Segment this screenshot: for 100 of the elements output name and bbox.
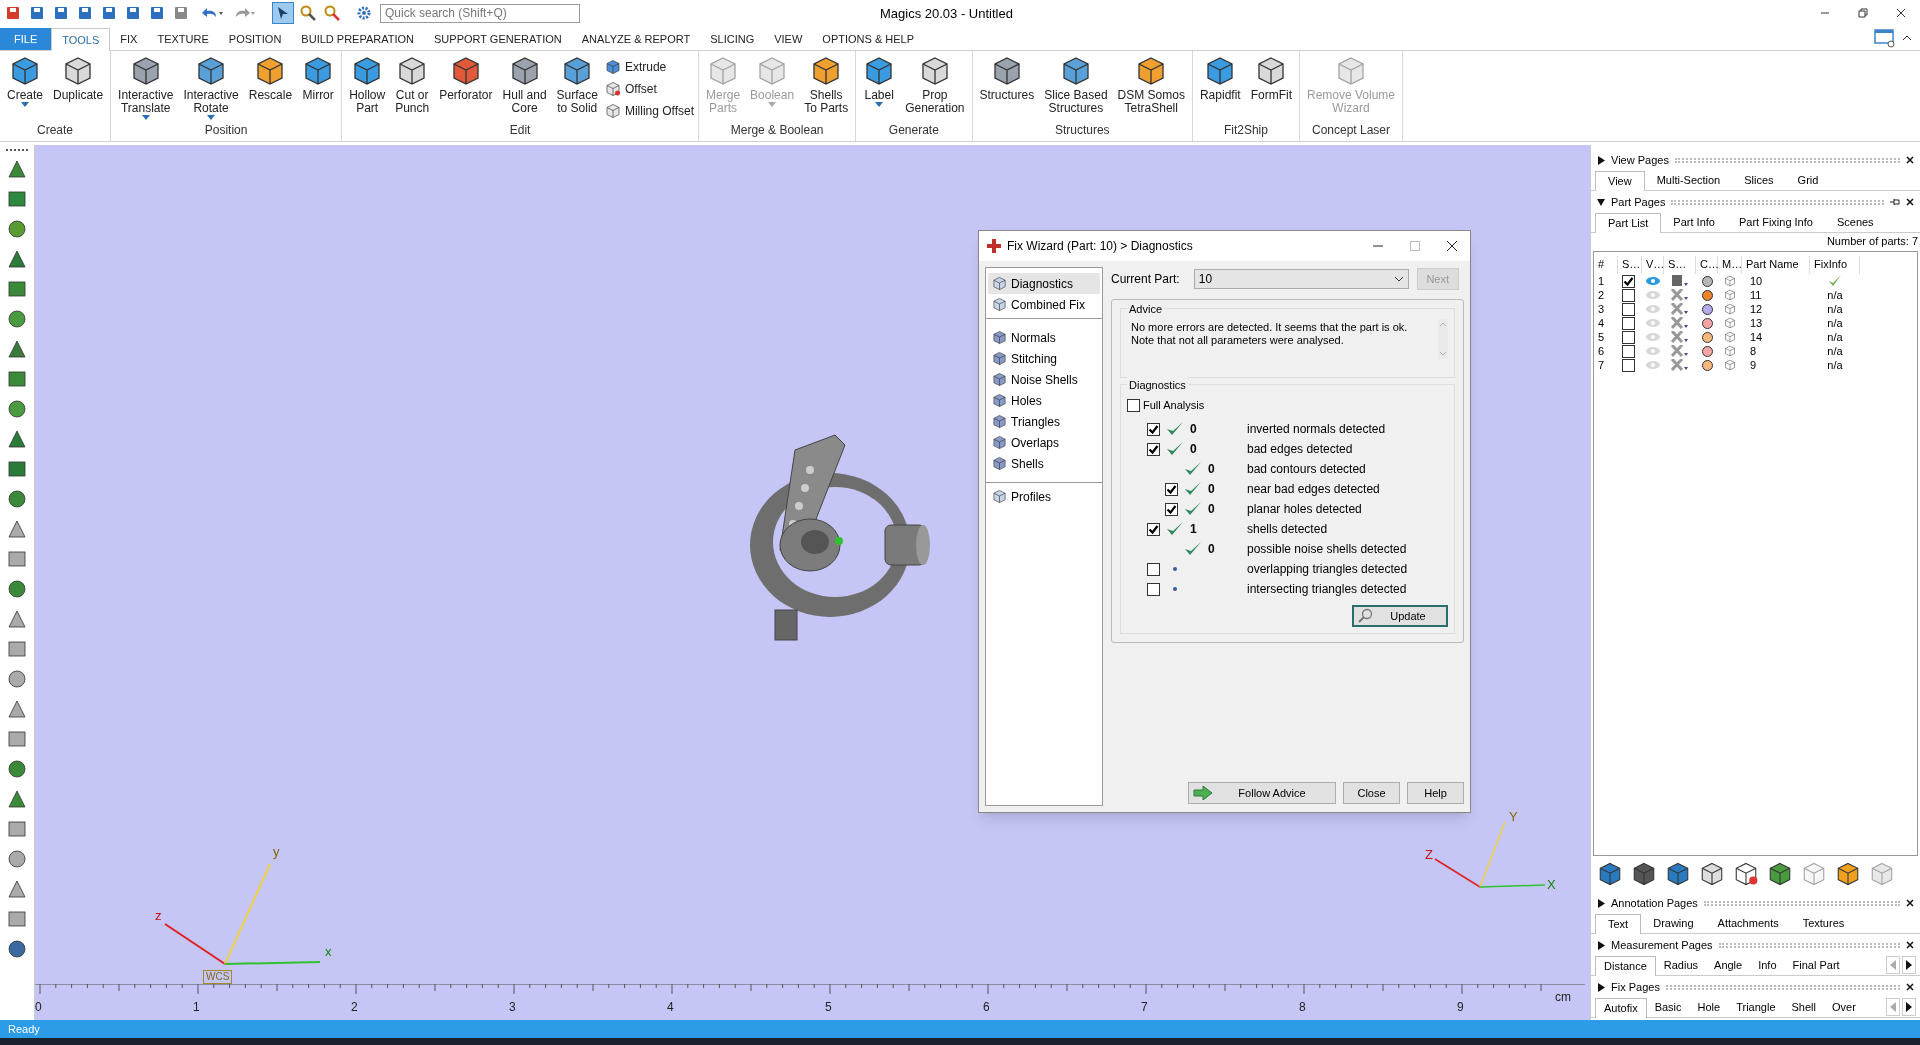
ribbon-button[interactable]: Surface to Solid — [553, 55, 601, 115]
panel-tab[interactable]: Basic — [1646, 997, 1690, 1017]
panel-tab[interactable]: Part List — [1595, 213, 1662, 233]
ribbon-button[interactable]: Prop Generation — [902, 55, 968, 115]
column-header[interactable]: FixInfo — [1810, 255, 1860, 274]
panel-tab[interactable]: Scenes — [1824, 212, 1886, 232]
panel-tab[interactable]: Part Info — [1661, 212, 1727, 232]
panel-tab[interactable]: Drawing — [1641, 913, 1706, 933]
search-field[interactable]: Quick search (Shift+Q) — [380, 3, 580, 23]
ribbon-button[interactable]: Rescale — [245, 55, 296, 102]
ruler-label: 0 — [35, 1000, 42, 1014]
ribbon-tab[interactable]: TOOLS — [51, 28, 111, 51]
ribbon-button[interactable]: Rapidfit — [1196, 55, 1244, 102]
panel-tab[interactable]: Grid — [1785, 170, 1831, 190]
ribbon-button[interactable]: Slice Based Structures — [1041, 55, 1111, 115]
axis-label: y — [273, 843, 280, 861]
nav-item[interactable]: Diagnostics — [988, 273, 1100, 294]
panel-tab[interactable]: Text — [1595, 914, 1642, 934]
axis-label: X — [1547, 876, 1556, 894]
panel-tab[interactable]: Part Fixing Info — [1726, 212, 1825, 232]
column-header[interactable]: S… — [1618, 255, 1642, 274]
ribbon-group-label: Edit — [508, 122, 532, 139]
ruler-label: 7 — [1141, 1000, 1148, 1014]
nav-item[interactable]: Shells — [988, 453, 1100, 474]
panel-tab[interactable]: Shell — [1783, 997, 1824, 1017]
panel-tab[interactable]: Hole — [1689, 997, 1729, 1017]
ribbon-tab[interactable]: TEXTURE — [147, 28, 219, 50]
panel-tab[interactable]: Distance — [1595, 956, 1656, 976]
ruler-unit: cm — [1555, 989, 1571, 1006]
panel-tab[interactable]: Slices — [1732, 170, 1786, 190]
ribbon-tab[interactable]: FIX — [110, 28, 148, 50]
ribbon-button[interactable]: Create — [4, 55, 47, 107]
ribbon-button[interactable]: Hull and Core — [499, 55, 550, 115]
ribbon-tab[interactable]: VIEW — [764, 28, 813, 50]
panel-tab[interactable]: Textures — [1790, 913, 1857, 933]
column-header[interactable]: C… — [1696, 255, 1718, 274]
panel-tab[interactable]: View — [1595, 171, 1645, 191]
ribbon-group-label: Merge & Boolean — [729, 122, 825, 139]
update-button[interactable]: Update — [1352, 605, 1448, 627]
table-cell-text: 4 — [1597, 315, 1606, 331]
ribbon-button[interactable]: Hollow Part — [346, 55, 389, 115]
ribbon-button[interactable]: Perforator — [436, 55, 496, 102]
nav-item[interactable]: Profiles — [988, 486, 1100, 507]
panel-tab[interactable]: Final Part — [1784, 955, 1848, 975]
nav-item[interactable]: Stitching — [988, 348, 1100, 369]
ribbon-tab[interactable]: ANALYZE & REPORT — [571, 28, 701, 50]
ribbon-button[interactable]: Interactive Translate — [115, 55, 177, 120]
ribbon-button[interactable]: Offset — [604, 79, 695, 99]
dialog-button[interactable]: Follow Advice — [1188, 782, 1336, 804]
ribbon-button[interactable]: Structures — [976, 55, 1038, 102]
column-header[interactable]: # — [1594, 255, 1618, 274]
group-title: Diagnostics — [1127, 377, 1188, 394]
nav-item[interactable]: Normals — [988, 327, 1100, 348]
diagnostic-label: near bad edges detected — [1246, 481, 1380, 498]
ribbon-tab[interactable]: BUILD PREPARATION — [291, 28, 425, 50]
column-header[interactable]: S… — [1664, 255, 1696, 274]
ribbon-tab[interactable]: FILE — [0, 28, 52, 50]
ribbon-tab[interactable]: SLICING — [700, 28, 765, 50]
nav-item[interactable]: Noise Shells — [988, 369, 1100, 390]
ribbon-button[interactable]: Label — [860, 55, 899, 107]
ribbon-tab[interactable]: OPTIONS & HELP — [812, 28, 925, 50]
ribbon-button[interactable]: Interactive Rotate — [180, 55, 242, 120]
table-cell-text: 11 — [1749, 287, 1763, 303]
dialog-button[interactable]: Close — [1343, 782, 1400, 804]
column-header[interactable]: Part Name — [1742, 255, 1810, 274]
ribbon-button[interactable]: Extrude — [604, 57, 695, 77]
ribbon-tab[interactable]: SUPPORT GENERATION — [424, 28, 572, 50]
column-header[interactable]: M… — [1718, 255, 1742, 274]
column-header[interactable]: V… — [1642, 255, 1664, 274]
nav-item[interactable]: Combined Fix — [988, 294, 1100, 315]
nav-item[interactable]: Holes — [988, 390, 1100, 411]
ribbon-button[interactable]: Duplicate — [50, 55, 107, 102]
nav-item[interactable]: Triangles — [988, 411, 1100, 432]
table-cell-text: n/a — [1827, 301, 1843, 317]
diagnostic-label: bad contours detected — [1246, 461, 1366, 478]
panel-tab[interactable]: Angle — [1706, 955, 1751, 975]
ribbon-button[interactable]: Cut or Punch — [392, 55, 433, 115]
panel-title: View Pages — [1611, 152, 1669, 168]
panel-tab[interactable]: Over — [1824, 997, 1864, 1017]
ribbon-button[interactable]: Mirror — [299, 55, 338, 102]
panel-tab[interactable]: Triangle — [1728, 997, 1784, 1017]
axis-label: Z — [1425, 846, 1433, 864]
ribbon-button[interactable]: Shells To Parts — [801, 55, 852, 115]
ribbon-button[interactable]: FormFit — [1247, 55, 1295, 102]
panel-tab[interactable]: Autofix — [1595, 998, 1647, 1018]
panel-tab[interactable]: Info — [1750, 955, 1785, 975]
ribbon-group-label: Structures — [1053, 122, 1111, 139]
part-dropdown[interactable]: 10 — [1193, 269, 1409, 289]
table-cell-text: n/a — [1827, 287, 1843, 303]
panel-tab[interactable]: Radius — [1655, 955, 1707, 975]
advice-text: No more errors are detected. It seems that the part is ok. Note that not all parameters were analysed. — [1131, 321, 1409, 347]
panel-tab[interactable]: Attachments — [1705, 913, 1791, 933]
ribbon-button[interactable]: DSM Somos TetraShell — [1114, 55, 1188, 115]
ribbon-button[interactable]: Milling Offset — [604, 101, 695, 121]
dialog-button[interactable]: Help — [1407, 782, 1464, 804]
ruler-label: 4 — [667, 1000, 674, 1014]
ribbon-tab[interactable]: POSITION — [218, 28, 292, 50]
ribbon-group-label: Position — [203, 122, 249, 139]
panel-tab[interactable]: Multi-Section — [1644, 170, 1733, 190]
nav-item[interactable]: Overlaps — [988, 432, 1100, 453]
